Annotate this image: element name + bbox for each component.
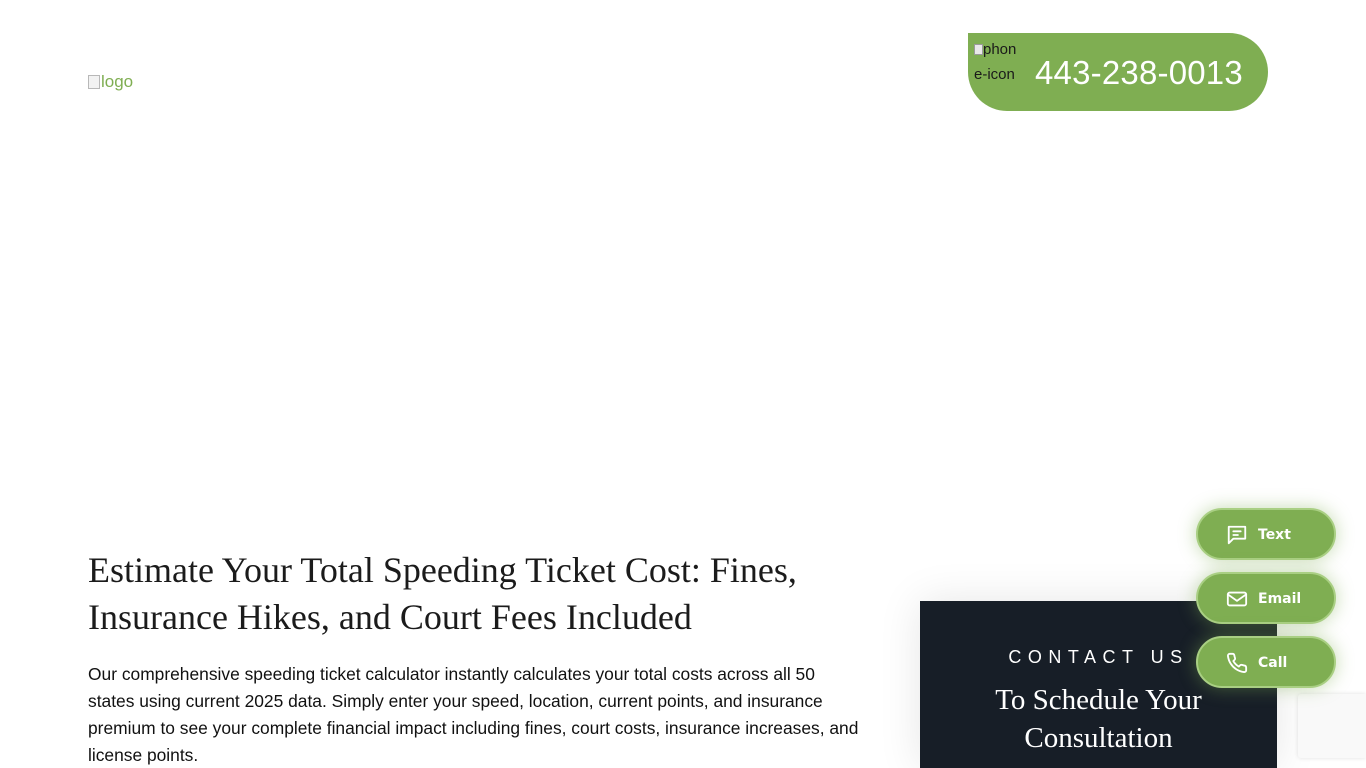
envelope-icon [1226, 591, 1248, 607]
site-logo[interactable]: logo [88, 72, 133, 92]
phone-icon [1227, 652, 1248, 673]
contact-title: To Schedule Your Consultation [995, 684, 1202, 754]
header-phone-button[interactable]: phone-icon 443-238-0013 [968, 33, 1268, 111]
intro-paragraph: Our comprehensive speeding ticket calcul… [88, 664, 859, 765]
recaptcha-badge[interactable] [1298, 694, 1366, 758]
chat-bubble-icon [1227, 525, 1247, 545]
call-button[interactable]: Call [1196, 636, 1336, 688]
page-heading: Estimate Your Total Speeding Ticket Cost… [88, 550, 797, 637]
email-button[interactable]: Email [1196, 572, 1336, 624]
call-button-label: Call [1258, 655, 1288, 671]
text-button[interactable]: Text [1196, 508, 1336, 560]
text-button-label: Text [1258, 527, 1291, 543]
email-button-label: Email [1258, 591, 1302, 607]
broken-image-icon [974, 44, 983, 55]
logo-alt-text: logo [101, 72, 134, 91]
broken-image-icon [88, 75, 100, 89]
phone-icon: phone-icon [974, 37, 1022, 87]
phone-number[interactable]: 443-238-0013 [1035, 53, 1243, 93]
